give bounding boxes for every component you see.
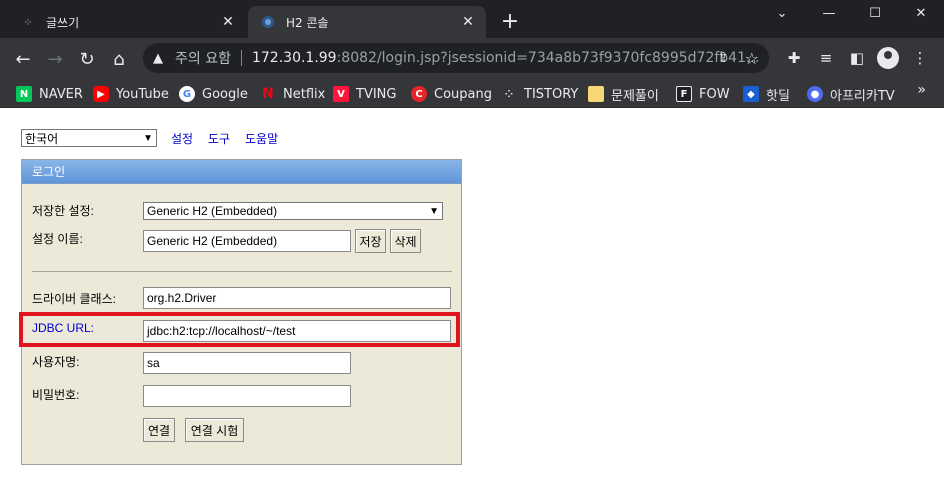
afreecatv-icon: ● (807, 86, 823, 102)
jdbc-url-highlight-box (19, 312, 460, 347)
address-bar[interactable]: ▲ 주의 요함 172.30.1.99 :8082/login.jsp?jses… (143, 43, 769, 73)
bookmark-hotdeal[interactable]: ◆ 핫딜 (743, 83, 790, 105)
minimize-button[interactable]: — (806, 0, 852, 26)
coupang-icon: C (411, 86, 427, 102)
tools-link[interactable]: 도구 (208, 130, 230, 147)
divider (32, 271, 452, 272)
tab-write[interactable]: ⁘ 글쓰기 ✕ (8, 6, 246, 38)
password-label: 비밀번호: (32, 388, 80, 402)
bookmark-label: Google (202, 86, 248, 102)
chevron-down-icon: ▼ (143, 132, 153, 144)
bookmark-afreecatv[interactable]: ● 아프리카TV (807, 83, 895, 105)
close-icon[interactable]: ✕ (458, 12, 478, 32)
tistory-icon: ⁘ (23, 15, 33, 29)
bookmark-label: 핫딜 (766, 88, 790, 104)
window-close-button[interactable]: ✕ (898, 0, 944, 26)
divider (240, 50, 242, 66)
extensions-icon[interactable]: ✚ (782, 46, 806, 70)
bookmarks-overflow-icon[interactable]: » (917, 82, 926, 98)
connect-button[interactable]: 연결 (143, 418, 175, 442)
profile-avatar-icon[interactable] (877, 47, 899, 69)
tving-icon: V (333, 86, 349, 102)
home-icon[interactable]: ⌂ (106, 46, 132, 72)
reload-icon[interactable]: ↻ (74, 46, 100, 72)
setting-name-label: 설정 이름: (32, 232, 83, 246)
back-icon[interactable]: ← (10, 46, 36, 72)
url-rest: :8082/login.jsp?jsessionid=734a8b73f9370… (336, 50, 760, 66)
naver-icon: N (16, 86, 32, 102)
security-label[interactable]: 주의 요함 (175, 48, 231, 68)
language-value: 한국어 (25, 131, 59, 146)
bookmarks-bar: N NAVER ▶ YouTube G Google N Netflix V T… (0, 78, 944, 108)
menu-icon[interactable]: ⋮ (908, 46, 932, 70)
bookmark-naver[interactable]: N NAVER (16, 83, 83, 105)
hotdeal-icon: ◆ (743, 86, 759, 102)
netflix-icon: N (262, 86, 274, 102)
bookmark-folder[interactable]: 문제풀이 (588, 83, 659, 105)
username-input[interactable]: sa (143, 352, 351, 374)
driver-class-label: 드라이버 클래스: (32, 292, 116, 306)
maximize-button[interactable]: ☐ (852, 0, 898, 26)
tab-h2-console[interactable]: H2 콘솔 ✕ (248, 6, 486, 38)
delete-button[interactable]: 삭제 (390, 229, 421, 253)
folder-icon (588, 86, 604, 102)
bookmark-label: YouTube (116, 86, 169, 102)
bookmark-coupang[interactable]: C Coupang (411, 83, 492, 105)
settings-link[interactable]: 설정 (171, 130, 193, 147)
setting-name-input[interactable]: Generic H2 (Embedded) (143, 230, 351, 252)
password-input[interactable] (143, 385, 351, 407)
forward-icon[interactable]: → (42, 46, 68, 72)
bookmark-google[interactable]: G Google (179, 83, 248, 105)
share-icon[interactable]: ⇪ (717, 50, 729, 66)
panel-title: 로그인 (22, 160, 461, 184)
username-label: 사용자명: (32, 355, 80, 369)
warning-icon[interactable]: ▲ (153, 51, 171, 66)
bookmark-label: 문제풀이 (611, 88, 659, 104)
tab-title: H2 콘솔 (286, 15, 329, 30)
tab-search-icon[interactable]: ⌄ (759, 0, 805, 26)
h2-console-page: 한국어 ▼ 설정 도구 도움말 로그인 저장한 설정: Generic H2 (… (0, 108, 944, 489)
bookmark-label: Coupang (434, 86, 492, 102)
h2-icon (260, 14, 276, 30)
bookmark-label: TVING (356, 86, 397, 102)
saved-settings-select[interactable]: Generic H2 (Embedded) ▼ (143, 202, 443, 220)
reading-list-icon[interactable]: ≡ (814, 46, 838, 70)
bookmark-label: FOW (699, 86, 730, 102)
chevron-down-icon: ▼ (429, 205, 439, 217)
bookmark-fow[interactable]: F FOW (676, 83, 730, 105)
bookmark-netflix[interactable]: N Netflix (260, 83, 325, 105)
tab-strip: ⁘ 글쓰기 ✕ H2 콘솔 ✕ + ⌄ — ☐ ✕ (0, 0, 944, 38)
language-select[interactable]: 한국어 ▼ (21, 129, 157, 147)
bookmark-label: 아프리카TV (830, 88, 895, 104)
help-link[interactable]: 도움말 (245, 130, 278, 147)
fow-icon: F (676, 86, 692, 102)
bookmark-tving[interactable]: V TVING (333, 83, 396, 105)
saved-settings-label: 저장한 설정: (32, 204, 94, 218)
youtube-icon: ▶ (93, 86, 109, 102)
tistory-icon: ⁘ (504, 88, 514, 100)
bookmark-youtube[interactable]: ▶ YouTube (93, 83, 169, 105)
test-connection-button[interactable]: 연결 시험 (185, 418, 244, 442)
url-host: 172.30.1.99 (251, 50, 337, 66)
bookmark-label: Netflix (283, 86, 326, 102)
saved-settings-value: Generic H2 (Embedded) (147, 204, 278, 218)
bookmark-star-icon[interactable]: ☆ (745, 49, 759, 68)
bookmark-label: NAVER (39, 86, 83, 102)
browser-toolbar: ← → ↻ ⌂ ▲ 주의 요함 172.30.1.99 :8082/login.… (0, 38, 944, 78)
driver-class-input[interactable]: org.h2.Driver (143, 287, 451, 309)
google-icon: G (179, 86, 195, 102)
save-button[interactable]: 저장 (355, 229, 386, 253)
bookmark-tistory[interactable]: ⁘ TISTORY (501, 83, 579, 105)
bookmark-label: TISTORY (524, 86, 579, 102)
side-panel-icon[interactable]: ◧ (845, 46, 869, 70)
close-icon[interactable]: ✕ (218, 12, 238, 32)
tab-title: 글쓰기 (46, 15, 80, 30)
new-tab-button[interactable]: + (498, 11, 522, 35)
